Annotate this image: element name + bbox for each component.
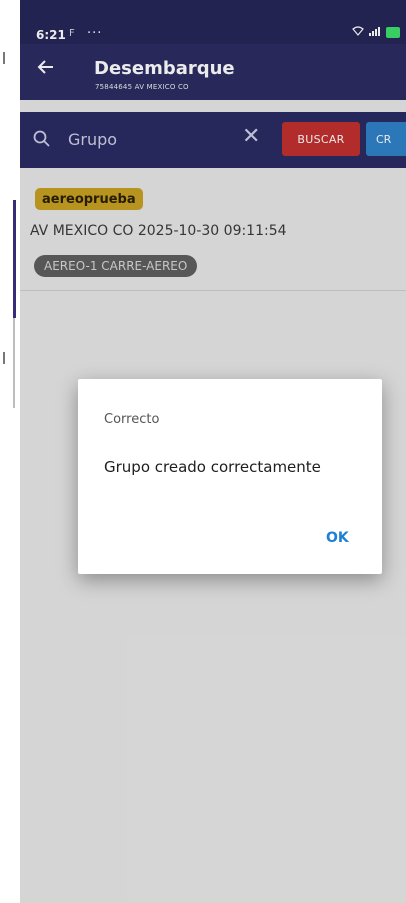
dialog-message: Grupo creado correctamente — [104, 458, 321, 476]
gutter-mark — [3, 352, 5, 364]
left-gutter — [0, 0, 20, 903]
ok-button[interactable]: OK — [326, 530, 349, 546]
gutter-mark — [3, 52, 5, 64]
phone-screen: 6:21 F ··· Desembarque 75844645 AV MEXIC… — [20, 0, 406, 903]
gutter-divider — [13, 318, 15, 408]
dialog-title: Correcto — [104, 412, 160, 427]
alert-dialog: Correcto Grupo creado correctamente OK — [78, 379, 382, 574]
gutter-accent — [13, 200, 16, 318]
